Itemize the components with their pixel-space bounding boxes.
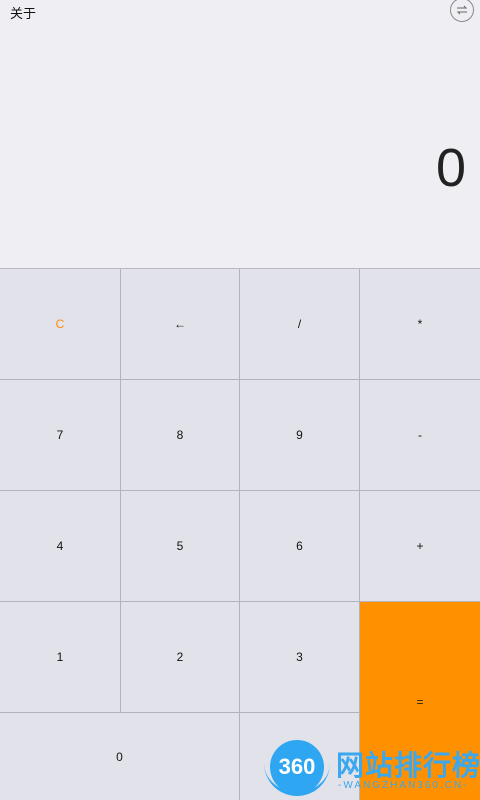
digit-5-button[interactable]: 5 <box>121 491 240 602</box>
digit-7-button[interactable]: 7 <box>0 380 121 491</box>
decimal-button[interactable] <box>240 713 360 800</box>
top-bar: 关于 <box>0 0 480 24</box>
about-menu[interactable]: 关于 <box>10 3 36 22</box>
swap-arrows-icon[interactable] <box>450 0 474 22</box>
minus-button[interactable]: - <box>360 380 480 491</box>
digit-2-button[interactable]: 2 <box>121 602 240 713</box>
result-display: 0 <box>435 138 466 198</box>
digit-1-button[interactable]: 1 <box>0 602 121 713</box>
plus-button[interactable]: + <box>360 491 480 602</box>
equals-button[interactable]: = <box>360 602 480 800</box>
digit-9-button[interactable]: 9 <box>240 380 360 491</box>
digit-0-button[interactable]: 0 <box>0 713 240 800</box>
digit-8-button[interactable]: 8 <box>121 380 240 491</box>
digit-6-button[interactable]: 6 <box>240 491 360 602</box>
keypad: C ← / * 7 8 9 - 4 5 6 + 1 2 3 = 0 <box>0 268 480 800</box>
clear-button[interactable]: C <box>0 269 121 380</box>
divide-button[interactable]: / <box>240 269 360 380</box>
multiply-button[interactable]: * <box>360 269 480 380</box>
digit-4-button[interactable]: 4 <box>0 491 121 602</box>
backspace-button[interactable]: ← <box>121 269 240 380</box>
digit-3-button[interactable]: 3 <box>240 602 360 713</box>
calculator-app: 关于 0 C ← / * 7 8 9 - 4 5 6 + 1 2 3 = 0 3… <box>0 0 480 800</box>
